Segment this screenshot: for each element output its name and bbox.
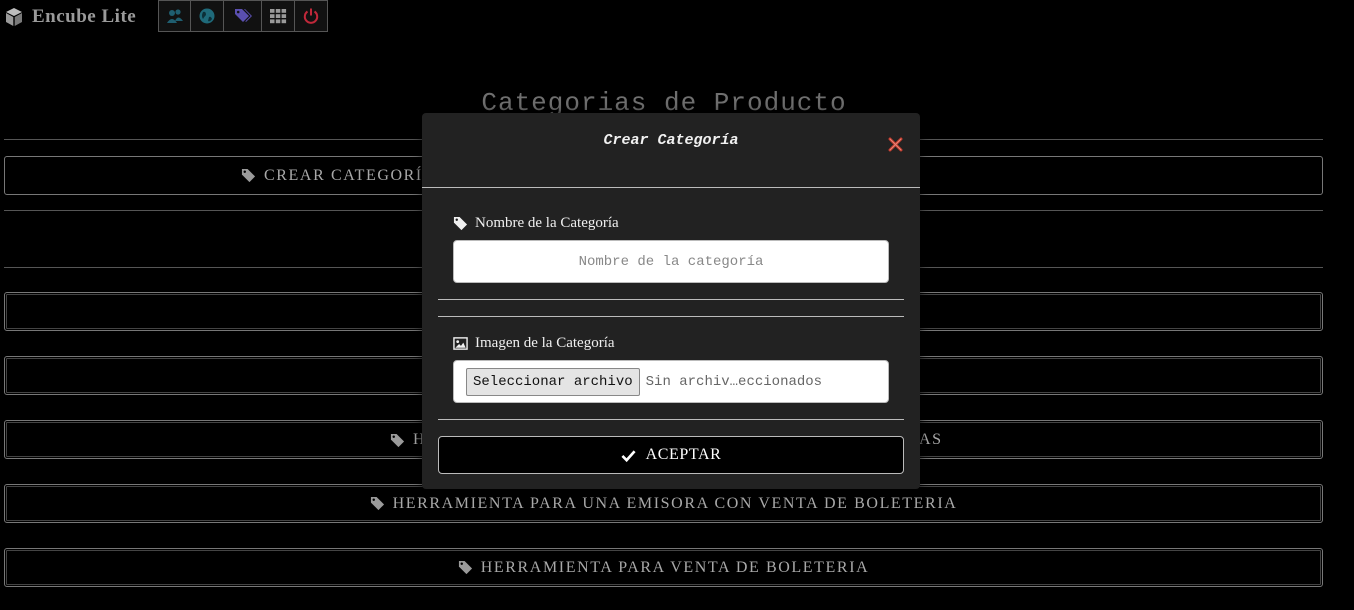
- category-label: HERRAMIENTA PARA UNA EMISORA CON VENTA D…: [392, 494, 958, 512]
- category-image-file-input: Seleccionar archivo Sin archiv…eccionado…: [453, 360, 889, 403]
- tag-icon: [241, 168, 256, 183]
- name-field-label: Nombre de la Categoría: [453, 215, 619, 232]
- check-icon: [621, 449, 636, 462]
- top-nav: [158, 0, 328, 32]
- select-file-button[interactable]: Seleccionar archivo: [466, 367, 640, 396]
- close-icon[interactable]: [887, 136, 904, 153]
- tag-icon: [390, 433, 405, 448]
- grid-icon: [270, 9, 287, 24]
- image-field-label: Imagen de la Categoría: [453, 335, 615, 352]
- modal-header-divider: [422, 187, 920, 188]
- category-item[interactable]: HERRAMIENTA PARA UNA EMISORA CON VENTA D…: [4, 484, 1323, 523]
- tag-icon: [458, 560, 472, 575]
- cube-icon: [6, 8, 22, 26]
- image-icon: [453, 337, 468, 350]
- create-category-modal: Crear Categoría Nombre de la Categoría I…: [422, 113, 920, 489]
- power-icon: [303, 8, 319, 24]
- nav-grid-button[interactable]: [262, 0, 295, 32]
- tag-icon: [370, 496, 384, 511]
- divider: [438, 299, 904, 300]
- category-item[interactable]: HERRAMIENTA PARA VENTA DE BOLETERIA: [4, 548, 1323, 587]
- tags-icon: [234, 9, 252, 22]
- nav-logout-button[interactable]: [295, 0, 328, 32]
- app-name: Encube Lite: [32, 6, 137, 27]
- users-icon: [166, 9, 183, 23]
- create-category-label: CREAR CATEGORÍA: [264, 166, 437, 184]
- file-status-text: Sin archiv…eccionados: [645, 373, 823, 390]
- app-brand[interactable]: Encube Lite: [4, 5, 136, 29]
- nav-users-button[interactable]: [158, 0, 191, 32]
- nav-globe-button[interactable]: [191, 0, 224, 32]
- tag-icon: [453, 216, 468, 231]
- nav-tags-button[interactable]: [224, 0, 262, 32]
- divider: [438, 419, 904, 420]
- accept-button[interactable]: ACEPTAR: [438, 436, 904, 474]
- image-label-text: Imagen de la Categoría: [475, 335, 615, 351]
- category-label-end: AS: [919, 431, 943, 448]
- category-label: HERRAMIENTA PARA VENTA DE BOLETERIA: [480, 558, 870, 576]
- category-name-input[interactable]: [453, 240, 889, 283]
- modal-title: Crear Categoría: [603, 132, 739, 149]
- name-label-text: Nombre de la Categoría: [475, 215, 619, 231]
- divider: [438, 316, 904, 317]
- accept-label: ACEPTAR: [645, 446, 722, 463]
- globe-icon: [199, 8, 215, 24]
